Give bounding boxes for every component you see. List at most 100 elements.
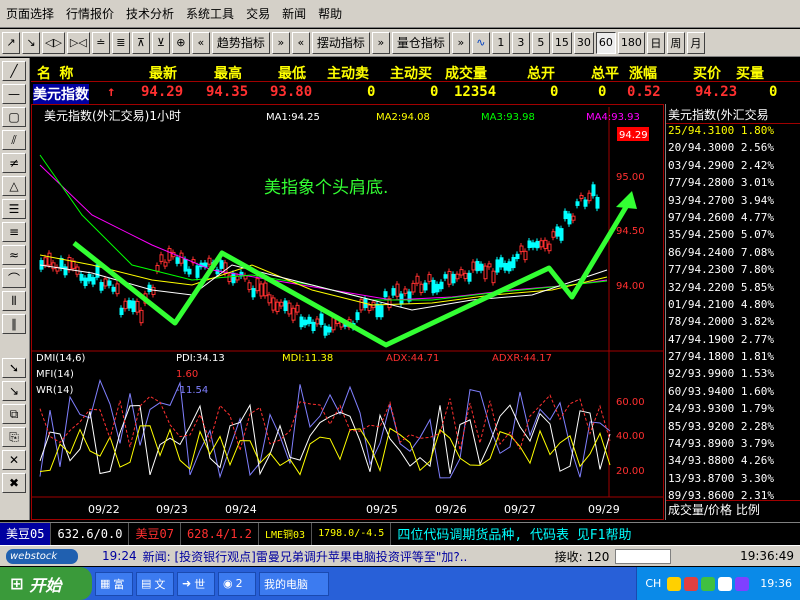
menu-tools[interactable]: 系统工具 — [186, 5, 234, 22]
candle — [99, 282, 104, 291]
clear-tool-icon[interactable]: ✖ — [2, 473, 26, 493]
candle — [195, 265, 200, 278]
value-name[interactable]: 美元指数 — [33, 84, 89, 104]
candle — [455, 273, 460, 280]
webstock-logo: webstock — [6, 548, 78, 564]
task-my-computer[interactable]: 我的电脑 — [259, 571, 329, 596]
next-indicator-icon[interactable]: » — [271, 31, 290, 54]
value-active-buy: 0 — [430, 84, 439, 100]
arc-tool-icon[interactable]: ⌒ — [2, 268, 26, 288]
strip-item-1-value: 632.6/0.0 — [51, 522, 130, 545]
antivirus-icon[interactable] — [684, 576, 699, 591]
period-1-button[interactable]: 1 — [491, 31, 510, 54]
volume-indicator-button[interactable]: 量仓指标 — [391, 31, 450, 54]
dmi-label: DMI(14,6) — [36, 353, 85, 364]
strip-item-2-name[interactable]: 美豆07 — [129, 522, 181, 545]
ind-tick-40: 40.00 — [616, 431, 645, 442]
fib-tool-icon[interactable]: △ — [2, 176, 26, 196]
grid-tool-icon[interactable]: ☰ — [2, 199, 26, 219]
news-headline[interactable]: 新闻: [投资银行观点]雷曼兄弟调升苹果电脑投资评等至"加?.. — [143, 548, 543, 565]
period-3-button[interactable]: 3 — [511, 31, 530, 54]
move-right-icon[interactable]: ▷◁ — [66, 31, 90, 54]
xtick-0923: 09/23 — [156, 503, 188, 516]
period-week-button[interactable]: 周 — [666, 31, 685, 54]
candle — [547, 243, 552, 252]
next-volume-icon[interactable]: » — [451, 31, 470, 54]
bars-tool-icon[interactable]: ∥ — [2, 314, 26, 334]
period-30-button[interactable]: 30 — [573, 31, 594, 54]
hline-tool-icon[interactable]: — — [2, 84, 26, 104]
quote-values-row[interactable]: 美元指数 ↑ 94.29 94.35 93.80 0 0 12354 0 0 0… — [31, 81, 800, 104]
task-app-3[interactable]: ➜ 世 — [177, 571, 215, 596]
move-left-icon[interactable]: ◁▷ — [42, 31, 65, 54]
swing-indicator-button[interactable]: 摆动指标 — [311, 31, 370, 54]
annotation-text: 美指象个头肩底. — [264, 178, 388, 198]
start-button[interactable]: ⊞ 开始 — [0, 567, 92, 600]
draw-line-icon[interactable]: ↗ — [2, 31, 20, 54]
chart-panel[interactable]: 美元指数(外汇交易)1小时 MA1:94.25 MA2:94.08 MA3:93… — [31, 104, 664, 520]
candle — [287, 302, 292, 315]
period-15-button[interactable]: 15 — [551, 31, 572, 54]
period-day-button[interactable]: 日 — [646, 31, 665, 54]
menu-trade[interactable]: 交易 — [246, 5, 270, 22]
strip-item-3-name[interactable]: LME铜03 — [259, 522, 313, 545]
period-60-button[interactable]: 60 — [595, 31, 616, 54]
candle — [459, 269, 464, 276]
gann-tool-icon[interactable]: ≡ — [2, 222, 26, 242]
task-label-4: 2 — [235, 577, 243, 590]
draw-ray-icon[interactable]: ↘ — [22, 31, 40, 54]
parallel-tool-icon[interactable]: ≠ — [2, 153, 26, 173]
tick-row: 97/94.2600 4.77% — [668, 210, 774, 224]
qq-icon[interactable] — [667, 576, 682, 591]
network-icon[interactable] — [701, 576, 716, 591]
delete-tool-icon[interactable]: ✕ — [2, 450, 26, 470]
ma2-label: MA2:94.08 — [376, 112, 430, 123]
select-tool-icon[interactable]: ↘ — [2, 381, 26, 401]
task-app-4[interactable]: ◉ 2 — [218, 571, 256, 596]
zoom-out-icon[interactable]: ≣ — [111, 31, 130, 54]
period-5-button[interactable]: 5 — [531, 31, 550, 54]
line-tool-icon[interactable]: ╱ — [2, 61, 26, 81]
zoom-in-icon[interactable]: ≐ — [91, 31, 110, 54]
scale-up-icon[interactable]: ⊼ — [131, 31, 150, 54]
period-month-button[interactable]: 月 — [686, 31, 705, 54]
menu-quotes[interactable]: 行情报价 — [66, 5, 114, 22]
trend-indicator-button[interactable]: 趋势指标 — [211, 31, 270, 54]
menu-page[interactable]: 页面选择 — [6, 5, 54, 22]
cycle-tool-icon[interactable]: ⦀ — [2, 291, 26, 311]
candle — [83, 277, 88, 287]
menu-news[interactable]: 新闻 — [282, 5, 306, 22]
app-tray-icon[interactable] — [735, 576, 750, 591]
tick-row: 85/93.9200 2.28% — [668, 419, 774, 433]
tick-panel[interactable]: 美元指数(外汇交易 25/94.3100 1.80% 20/94.3000 2.5… — [665, 104, 800, 537]
scale-down-icon[interactable]: ⊻ — [151, 31, 170, 54]
chart-svg[interactable]: 美元指数(外汇交易)1小时 MA1:94.25 MA2:94.08 MA3:93… — [32, 105, 663, 519]
input-method-indicator[interactable]: CH — [645, 577, 661, 590]
candle — [323, 325, 328, 336]
candle — [471, 261, 476, 271]
prev-indicator-icon[interactable]: « — [191, 31, 210, 54]
task-app-1[interactable]: ▦ 富 — [95, 571, 133, 596]
tick-list: 25/94.3100 1.80% 20/94.3000 2.56% 03/94.29… — [666, 124, 800, 541]
magnifier-icon[interactable]: ⊕ — [171, 31, 190, 54]
candle — [135, 300, 140, 313]
volume-icon[interactable] — [718, 576, 733, 591]
menu-analysis[interactable]: 技术分析 — [126, 5, 174, 22]
task-app-2[interactable]: ▤ 文 — [136, 571, 174, 596]
copy-tool-icon[interactable]: ⧉ — [2, 404, 26, 424]
next-swing-icon[interactable]: » — [371, 31, 390, 54]
candle — [383, 291, 388, 298]
label-active-sell: 主动卖 — [327, 66, 369, 82]
candle — [259, 283, 264, 297]
paste-tool-icon[interactable]: ⎘ — [2, 427, 26, 447]
pointer-tool-icon[interactable]: ➘ — [2, 358, 26, 378]
wave-tool-icon[interactable]: ≈ — [2, 245, 26, 265]
value-close-int: 0 — [598, 84, 607, 100]
rect-tool-icon[interactable]: ▢ — [2, 107, 26, 127]
prev-swing-icon[interactable]: « — [291, 31, 310, 54]
period-180-button[interactable]: 180 — [617, 31, 645, 54]
menu-help[interactable]: 帮助 — [318, 5, 342, 22]
line-chart-icon[interactable]: ∿ — [471, 31, 490, 54]
channel-tool-icon[interactable]: ⫽ — [2, 130, 26, 150]
strip-item-1-name[interactable]: 美豆05 — [0, 522, 52, 545]
